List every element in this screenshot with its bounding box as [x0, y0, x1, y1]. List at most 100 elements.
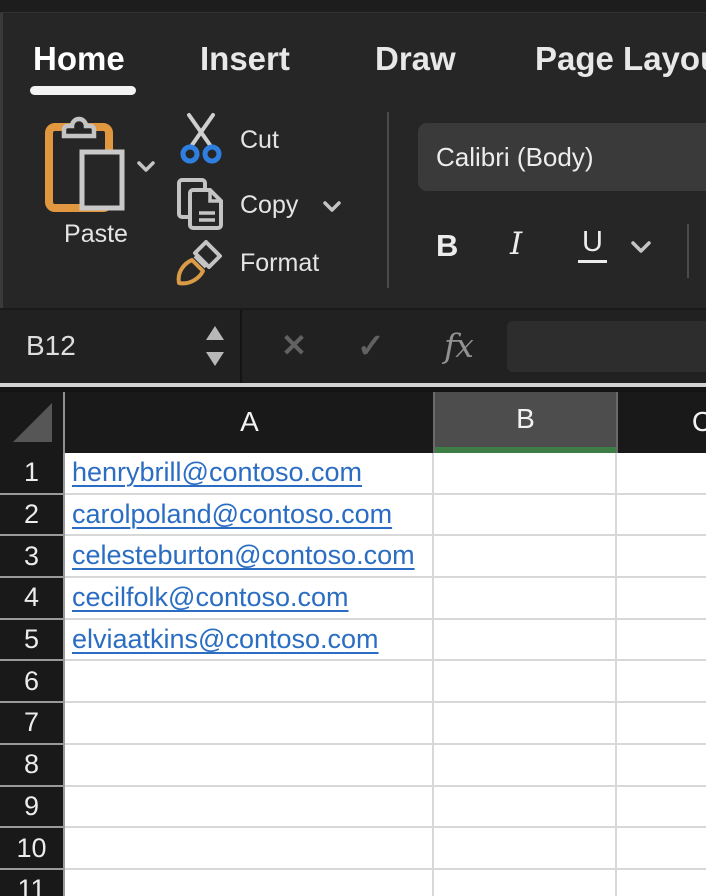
row-header[interactable]: 1 [0, 453, 65, 495]
sheet-rows: 1henrybrill@contoso.com2carolpoland@cont… [0, 453, 706, 896]
cell-column-b[interactable] [434, 745, 617, 787]
paste-dropdown-chevron-icon[interactable] [136, 160, 156, 173]
cell-column-c[interactable] [617, 578, 706, 620]
email-hyperlink[interactable]: celesteburton@contoso.com [65, 536, 415, 574]
cell-column-a[interactable]: elviaatkins@contoso.com [65, 620, 434, 662]
table-row: 5elviaatkins@contoso.com [0, 620, 706, 662]
cell-column-c[interactable] [617, 828, 706, 870]
table-row: 8 [0, 745, 706, 787]
table-row: 2carolpoland@contoso.com [0, 495, 706, 537]
font-name-dropdown[interactable]: Calibri (Body) [418, 123, 706, 191]
name-box-spinner-up-icon[interactable] [206, 326, 224, 340]
name-box[interactable]: B12 [26, 310, 76, 382]
paste-clipboard-icon[interactable] [42, 110, 130, 214]
table-row: 1henrybrill@contoso.com [0, 453, 706, 495]
cell-column-c[interactable] [617, 787, 706, 829]
cell-column-a[interactable]: celesteburton@contoso.com [65, 536, 434, 578]
cell-column-b[interactable] [434, 828, 617, 870]
underline-dropdown-chevron-icon[interactable] [630, 240, 652, 254]
tab-page-layout[interactable]: Page Layout [535, 36, 706, 82]
formula-bar: B12 ✕ ✓ fx [0, 308, 706, 383]
cell-column-b[interactable] [434, 787, 617, 829]
cell-column-a[interactable]: cecilfolk@contoso.com [65, 578, 434, 620]
formula-input[interactable] [507, 321, 706, 372]
cell-column-b[interactable] [434, 536, 617, 578]
cell-column-c[interactable] [617, 661, 706, 703]
cell-column-a[interactable]: henrybrill@contoso.com [65, 453, 434, 495]
cell-column-c[interactable] [617, 620, 706, 662]
email-hyperlink[interactable]: carolpoland@contoso.com [65, 495, 392, 533]
cell-column-c[interactable] [617, 870, 706, 896]
cancel-icon[interactable]: ✕ [281, 310, 307, 382]
cell-column-a[interactable] [65, 828, 434, 870]
underline-button[interactable]: U [578, 226, 607, 263]
row-header[interactable]: 11 [0, 870, 65, 896]
cell-column-a[interactable] [65, 870, 434, 896]
cut-button[interactable]: Cut [240, 126, 279, 155]
table-row: 9 [0, 787, 706, 829]
row-header[interactable]: 2 [0, 495, 65, 537]
copy-dropdown-chevron-icon[interactable] [322, 200, 342, 213]
italic-button[interactable]: I [510, 226, 522, 262]
email-hyperlink[interactable]: cecilfolk@contoso.com [65, 578, 349, 616]
cell-column-c[interactable] [617, 703, 706, 745]
cell-column-a[interactable]: carolpoland@contoso.com [65, 495, 434, 537]
column-header-a[interactable]: A [65, 392, 434, 453]
cell-column-c[interactable] [617, 453, 706, 495]
cell-column-b[interactable] [434, 578, 617, 620]
active-tab-underline [30, 86, 136, 95]
cell-column-a[interactable] [65, 787, 434, 829]
header-separator [616, 392, 618, 453]
email-hyperlink[interactable]: henrybrill@contoso.com [65, 453, 362, 491]
cell-column-a[interactable] [65, 661, 434, 703]
row-header[interactable]: 10 [0, 828, 65, 870]
cell-column-b[interactable] [434, 453, 617, 495]
row-header[interactable]: 5 [0, 620, 65, 662]
cell-column-a[interactable] [65, 703, 434, 745]
row-header[interactable]: 6 [0, 661, 65, 703]
email-hyperlink[interactable]: elviaatkins@contoso.com [65, 620, 379, 658]
enter-check-icon[interactable]: ✓ [357, 310, 385, 382]
cell-column-c[interactable] [617, 495, 706, 537]
table-row: 11 [0, 870, 706, 896]
cell-column-c[interactable] [617, 536, 706, 578]
table-row: 6 [0, 661, 706, 703]
name-box-spinner-down-icon[interactable] [206, 352, 224, 366]
cell-column-b[interactable] [434, 620, 617, 662]
cut-scissors-icon[interactable] [179, 112, 223, 164]
row-header[interactable]: 7 [0, 703, 65, 745]
row-header[interactable]: 3 [0, 536, 65, 578]
paste-button[interactable]: Paste [36, 220, 156, 249]
copy-button[interactable]: Copy [240, 191, 298, 220]
bold-button[interactable]: B [436, 228, 458, 264]
tab-insert[interactable]: Insert [200, 36, 290, 82]
table-row: 3celesteburton@contoso.com [0, 536, 706, 578]
table-row: 10 [0, 828, 706, 870]
format-brush-icon[interactable] [172, 238, 226, 292]
format-button[interactable]: Format [240, 249, 319, 278]
ribbon-group-divider [687, 224, 689, 278]
cell-column-b[interactable] [434, 703, 617, 745]
table-row: 7 [0, 703, 706, 745]
cell-column-a[interactable] [65, 745, 434, 787]
row-header[interactable]: 9 [0, 787, 65, 829]
cell-column-b[interactable] [434, 495, 617, 537]
column-header-b-selected[interactable]: B [434, 392, 617, 453]
header-separator [433, 392, 435, 453]
formula-bar-divider [240, 310, 242, 383]
table-row: 4cecilfolk@contoso.com [0, 578, 706, 620]
font-name-value: Calibri (Body) [436, 123, 594, 191]
cell-column-c[interactable] [617, 745, 706, 787]
cell-column-b[interactable] [434, 661, 617, 703]
cell-column-b[interactable] [434, 870, 617, 896]
select-all-corner[interactable] [0, 392, 63, 453]
tab-home[interactable]: Home [33, 36, 125, 82]
titlebar-strip [0, 0, 706, 13]
insert-function-fx-icon[interactable]: fx [444, 310, 473, 382]
column-header-c[interactable]: C [617, 392, 706, 453]
copy-pages-icon[interactable] [176, 177, 226, 231]
tab-draw[interactable]: Draw [375, 36, 456, 82]
row-header[interactable]: 8 [0, 745, 65, 787]
row-header[interactable]: 4 [0, 578, 65, 620]
header-separator [63, 392, 65, 453]
